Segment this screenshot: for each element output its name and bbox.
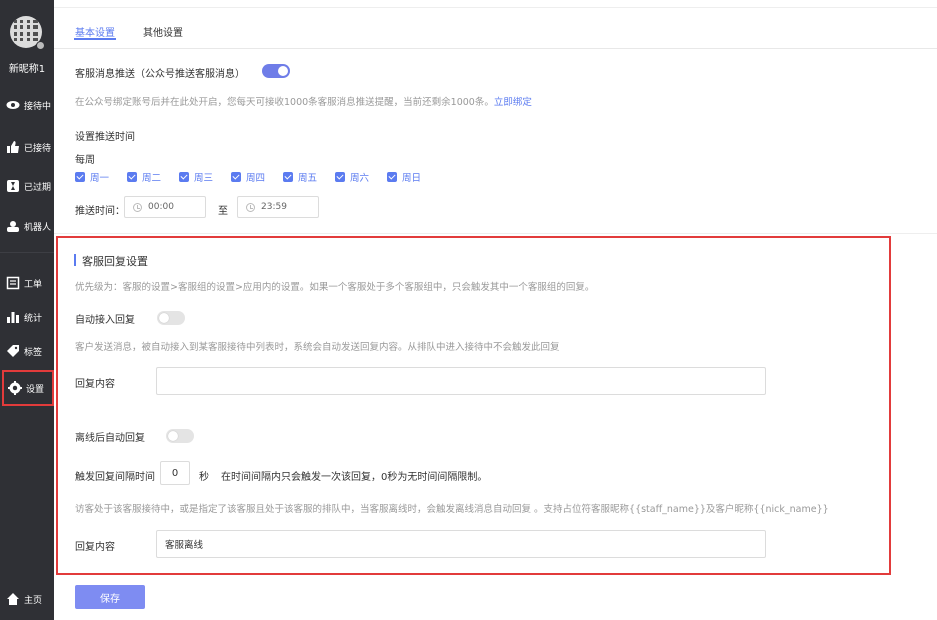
day-mon-checkbox[interactable]: 周一 (75, 170, 109, 184)
reply-content-input[interactable] (156, 367, 766, 395)
sidebar-item-home[interactable]: 主页 (0, 584, 54, 614)
active-tab-indicator (74, 38, 116, 40)
sidebar-item-settings[interactable]: 设置 (2, 370, 54, 406)
sidebar: 新昵称1 接待中 已接待 已过期 机器人 工单 统计 标签 设置 主页 (0, 0, 54, 620)
push-time-label: 推送时间： (75, 206, 125, 217)
push-toggle[interactable] (262, 64, 290, 78)
interval-label: 触发回复间隔时间 (75, 472, 155, 483)
nickname: 新昵称1 (8, 64, 46, 75)
hourglass-icon (5, 178, 21, 194)
priority-hint: 优先级为：客服的设置>客服组的设置>应用内的设置。如果一个客服处于多个客服组中，… (75, 282, 595, 293)
week-label: 每周 (75, 155, 95, 166)
offline-hint: 访客处于该客服接待中，或是指定了该客服且处于该客服的排队中，当客服离线时，会触发… (75, 504, 829, 515)
sidebar-item-label: 已接待 (24, 143, 52, 154)
bar-chart-icon (5, 309, 21, 325)
sidebar-item-serving[interactable]: 接待中 (0, 90, 54, 120)
clock-icon (133, 202, 142, 212)
offline-content-label: 回复内容 (75, 542, 115, 553)
auto-reply-label: 自动接入回复 (75, 315, 135, 326)
sidebar-item-label: 机器人 (24, 222, 52, 233)
day-fri-checkbox[interactable]: 周五 (283, 170, 317, 184)
section-divider (54, 233, 937, 234)
sidebar-item-label: 统计 (24, 313, 43, 324)
tab-other-settings[interactable]: 其他设置 (143, 24, 183, 39)
checkbox-icon (335, 172, 345, 182)
sidebar-item-label: 已过期 (24, 182, 52, 193)
section-title-bar (74, 254, 76, 266)
sidebar-item-stats[interactable]: 统计 (0, 302, 54, 332)
checkbox-icon (179, 172, 189, 182)
day-wed-checkbox[interactable]: 周三 (179, 170, 213, 184)
top-border (54, 0, 937, 8)
bind-link[interactable]: 立即绑定 (494, 97, 532, 108)
offline-content-input[interactable]: 客服离线 (156, 530, 766, 558)
push-label: 客服消息推送（公众号推送客服消息） (75, 69, 245, 80)
tab-bar: 基本设置 其他设置 (54, 9, 937, 49)
tab-basic-settings[interactable]: 基本设置 (75, 24, 115, 39)
sidebar-item-expired[interactable]: 已过期 (0, 171, 54, 201)
start-time-picker[interactable]: 00:00 (124, 196, 206, 218)
sidebar-item-label: 主页 (24, 595, 43, 606)
checkbox-icon (75, 172, 85, 182)
interval-input[interactable]: 0 (160, 461, 190, 485)
reply-content-label: 回复内容 (75, 379, 115, 390)
sidebar-divider (0, 252, 54, 253)
sidebar-item-served[interactable]: 已接待 (0, 132, 54, 162)
sidebar-item-label: 设置 (26, 384, 45, 395)
offline-reply-label: 离线后自动回复 (75, 433, 145, 444)
thumbs-up-icon (5, 139, 21, 155)
sidebar-item-robot[interactable]: 机器人 (0, 211, 54, 241)
auto-reply-toggle[interactable] (157, 311, 185, 325)
checkbox-icon (283, 172, 293, 182)
robot-icon (5, 218, 21, 234)
push-time-title: 设置推送时间 (75, 132, 135, 143)
end-time-picker[interactable]: 23:59 (237, 196, 319, 218)
day-sat-checkbox[interactable]: 周六 (335, 170, 369, 184)
eye-icon (5, 97, 21, 113)
day-tue-checkbox[interactable]: 周二 (127, 170, 161, 184)
sidebar-item-label: 工单 (24, 279, 43, 290)
gear-icon (7, 380, 23, 396)
day-sun-checkbox[interactable]: 周日 (387, 170, 421, 184)
save-button[interactable]: 保存 (75, 585, 145, 609)
auto-reply-hint: 客户发送消息，被自动接入到某客服接待中列表时，系统会自动发送回复内容。从排队中进… (75, 342, 560, 353)
clock-icon (246, 202, 255, 212)
tag-icon (5, 343, 21, 359)
sidebar-item-ticket[interactable]: 工单 (0, 268, 54, 298)
sidebar-item-label: 接待中 (24, 101, 52, 112)
offline-reply-toggle[interactable] (166, 429, 194, 443)
status-dot (36, 41, 45, 50)
day-thu-checkbox[interactable]: 周四 (231, 170, 265, 184)
checkbox-icon (387, 172, 397, 182)
to-label: 至 (218, 206, 228, 217)
push-hint: 在公众号绑定账号后并在此处开启，您每天可接收1000条客服消息推送提醒，当前还剩… (75, 97, 532, 108)
sidebar-item-tags[interactable]: 标签 (0, 336, 54, 366)
home-icon (5, 591, 21, 607)
ticket-icon (5, 275, 21, 291)
interval-unit: 秒 (199, 472, 209, 483)
checkbox-icon (127, 172, 137, 182)
sidebar-item-label: 标签 (24, 347, 43, 358)
interval-hint: 在时间间隔内只会触发一次该回复，0秒为无时间间隔限制。 (221, 472, 488, 483)
reply-section-title: 客服回复设置 (82, 255, 148, 268)
checkbox-icon (231, 172, 241, 182)
